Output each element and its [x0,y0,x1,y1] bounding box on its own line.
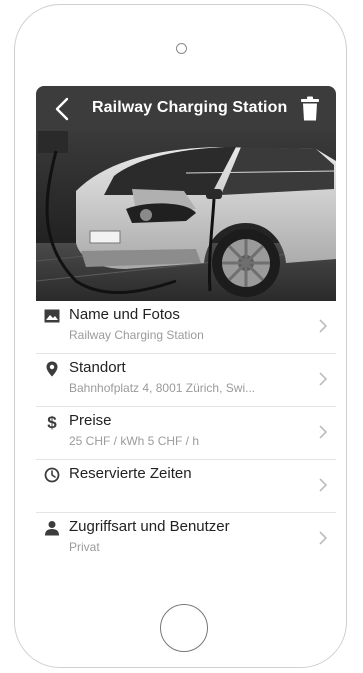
trash-icon[interactable] [300,96,320,122]
chevron-right-icon [319,319,327,333]
list-item-label: Standort [69,359,126,376]
map-pin-icon [46,361,58,377]
svg-text:$: $ [47,414,57,430]
back-arrow-icon[interactable] [52,96,74,122]
user-icon [45,521,59,536]
list-item-label: Zugriffsart und Benutzer [69,518,230,535]
app-screen: Railway Charging Station Name und Fotos … [36,86,336,564]
camera-icon [176,43,187,54]
chevron-right-icon [319,531,327,545]
list-item-value: Railway Charging Station [69,328,204,342]
list-item-label: Name und Fotos [69,306,180,323]
list-item-prices[interactable]: $ Preise 25 CHF / kWh 5 CHF / h [36,407,336,460]
list-item-name-photos[interactable]: Name und Fotos Railway Charging Station [36,301,336,354]
list-item-label: Reservierte Zeiten [69,465,192,482]
chevron-right-icon [319,425,327,439]
image-icon [44,309,60,323]
list-item-value: 25 CHF / kWh 5 CHF / h [69,434,200,448]
chevron-right-icon [319,372,327,386]
list-item-location[interactable]: Standort Bahnhofplatz 4, 8001 Zürich, Sw… [36,354,336,407]
list-item-access-users[interactable]: Zugriffsart und Benutzer Privat [36,513,336,564]
clock-icon [44,467,60,483]
home-button[interactable] [160,604,208,652]
list-item-value: Privat [69,540,100,554]
list-item-label: Preise [69,412,112,429]
list-item-value: Bahnhofplatz 4, 8001 Zürich, Swi... [69,381,256,395]
car-illustration [36,131,336,301]
page-title: Railway Charging Station [92,99,288,116]
dollar-icon: $ [47,414,57,430]
settings-list: Name und Fotos Railway Charging Station … [36,301,336,564]
chevron-right-icon [319,478,327,492]
charging-station-photo [36,131,336,301]
navigation-bar: Railway Charging Station [36,86,336,131]
list-item-reserved-times[interactable]: Reservierte Zeiten [36,460,336,513]
